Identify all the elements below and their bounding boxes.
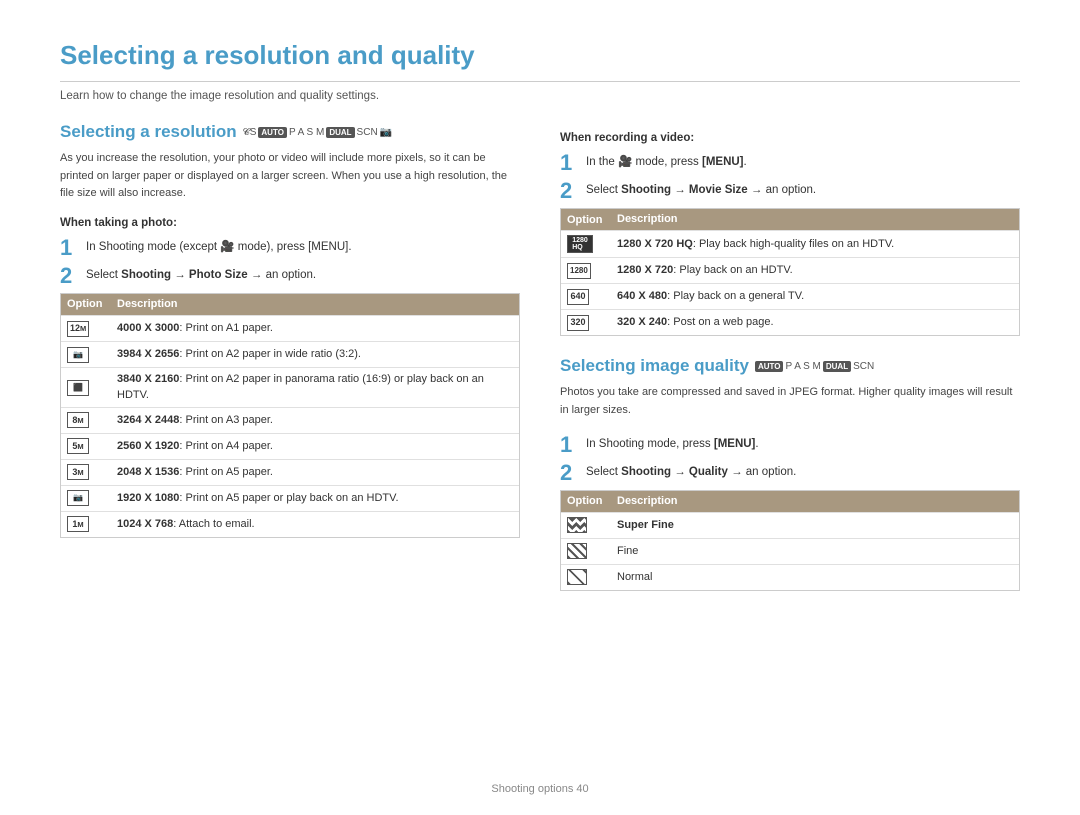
mode-icon-cs: 𝓒S (243, 127, 257, 138)
video-section: When recording a video: 1 In the 🎥 mode,… (560, 132, 1020, 336)
video-subheading: When recording a video: (560, 132, 1020, 144)
header-option: Option (567, 212, 617, 227)
resolution-section-title: Selecting a resolution 𝓒S AUTO P A S M D… (60, 122, 520, 142)
icon-640: 640 (567, 289, 589, 305)
mode-icons-text: P A S M (289, 127, 324, 138)
camera-icon-inline: 🎥 (220, 241, 238, 253)
table-row: 📷 1920 X 1080: Print on A5 paper or play… (61, 485, 519, 511)
icon-5m: 5M (67, 438, 89, 454)
table-header-photo: Option Description (61, 294, 519, 315)
photo-step-2: 2 Select Shooting → Photo Size → an opti… (60, 265, 520, 287)
icon-fine (567, 543, 587, 559)
quality-section: Selecting image quality AUTO P A S M DUA… (560, 356, 1020, 591)
icon-1280: 1280 (567, 263, 591, 279)
table-row: 640 640 X 480: Play back on a general TV… (561, 283, 1019, 309)
resolution-description: As you increase the resolution, your pho… (60, 150, 520, 203)
table-row: 1280 1280 X 720: Play back on an HDTV. (561, 257, 1019, 283)
video-step-1: 1 In the 🎥 mode, press [MENU]. (560, 152, 1020, 174)
page-subtitle: Learn how to change the image resolution… (60, 90, 1020, 102)
mode-icons-scn: SCN (357, 127, 378, 138)
quality-section-title: Selecting image quality AUTO P A S M DUA… (560, 356, 1020, 376)
icon-3m: 3M (67, 464, 89, 480)
icon-1m: 1M (67, 516, 89, 532)
quality-step-1: 1 In Shooting mode, press [MENU]. (560, 434, 1020, 456)
right-column: When recording a video: 1 In the 🎥 mode,… (560, 122, 1020, 601)
photo-subheading: When taking a photo: (60, 217, 520, 229)
photo-step-1: 1 In Shooting mode (except 🎥 mode), pres… (60, 237, 520, 259)
page-title: Selecting a resolution and quality (60, 40, 1020, 82)
mode-icon-cam: 📷 (380, 127, 392, 138)
table-row: 1M 1024 X 768: Attach to email. (61, 511, 519, 537)
quality-table: Option Description Super Fine Fine (560, 490, 1020, 591)
icon-1280hq: 1280HQ (567, 235, 593, 253)
quality-description: Photos you take are compressed and saved… (560, 384, 1020, 419)
table-row: 320 320 X 240: Post on a web page. (561, 309, 1019, 335)
table-row-normal: Normal (561, 564, 1019, 590)
photo-size-table: Option Description 12M 4000 X 3000: Prin… (60, 293, 520, 538)
icon-superfine (567, 517, 587, 533)
mode-badge-dual: DUAL (326, 127, 354, 138)
icon-320: 320 (567, 315, 589, 331)
quality-step-2: 2 Select Shooting → Quality → an option. (560, 462, 1020, 484)
page-content: Selecting a resolution and quality Learn… (0, 0, 1080, 631)
table-header-video: Option Description (561, 209, 1019, 230)
video-size-table: Option Description 1280HQ 1280 X 720 HQ:… (560, 208, 1020, 336)
icon-10w: 📷 (67, 347, 89, 363)
icon-normal (567, 569, 587, 585)
header-description: Description (617, 212, 1013, 227)
table-header-quality: Option Description (561, 491, 1019, 512)
header-description: Description (117, 297, 513, 312)
two-column-layout: Selecting a resolution 𝓒S AUTO P A S M D… (60, 122, 1020, 601)
video-step-2: 2 Select Shooting → Movie Size → an opti… (560, 180, 1020, 202)
left-column: Selecting a resolution 𝓒S AUTO P A S M D… (60, 122, 520, 601)
header-option: Option (567, 494, 617, 509)
icon-8m: 8M (67, 412, 89, 428)
table-row-superfine: Super Fine (561, 512, 1019, 538)
table-row-fine: Fine (561, 538, 1019, 564)
icon-12m: 12M (67, 321, 89, 337)
header-option: Option (67, 297, 117, 312)
table-row: 3M 2048 X 1536: Print on A5 paper. (61, 459, 519, 485)
table-row: ⬛ 3840 X 2160: Print on A2 paper in pano… (61, 367, 519, 407)
icon-9m: ⬛ (67, 380, 89, 396)
table-row: 12M 4000 X 3000: Print on A1 paper. (61, 315, 519, 341)
video-icon-inline: 🎥 (618, 156, 636, 168)
table-row: 1280HQ 1280 X 720 HQ: Play back high-qua… (561, 230, 1019, 257)
page-footer: Shooting options 40 (0, 783, 1080, 795)
mode-badge-dual2: DUAL (823, 361, 851, 372)
header-description: Description (617, 494, 1013, 509)
mode-badge-auto: AUTO (258, 127, 287, 138)
icon-2w: 📷 (67, 490, 89, 506)
table-row: 📷 3984 X 2656: Print on A2 paper in wide… (61, 341, 519, 367)
table-row: 8M 3264 X 2448: Print on A3 paper. (61, 407, 519, 433)
mode-badge-auto2: AUTO (755, 361, 784, 372)
table-row: 5M 2560 X 1920: Print on A4 paper. (61, 433, 519, 459)
